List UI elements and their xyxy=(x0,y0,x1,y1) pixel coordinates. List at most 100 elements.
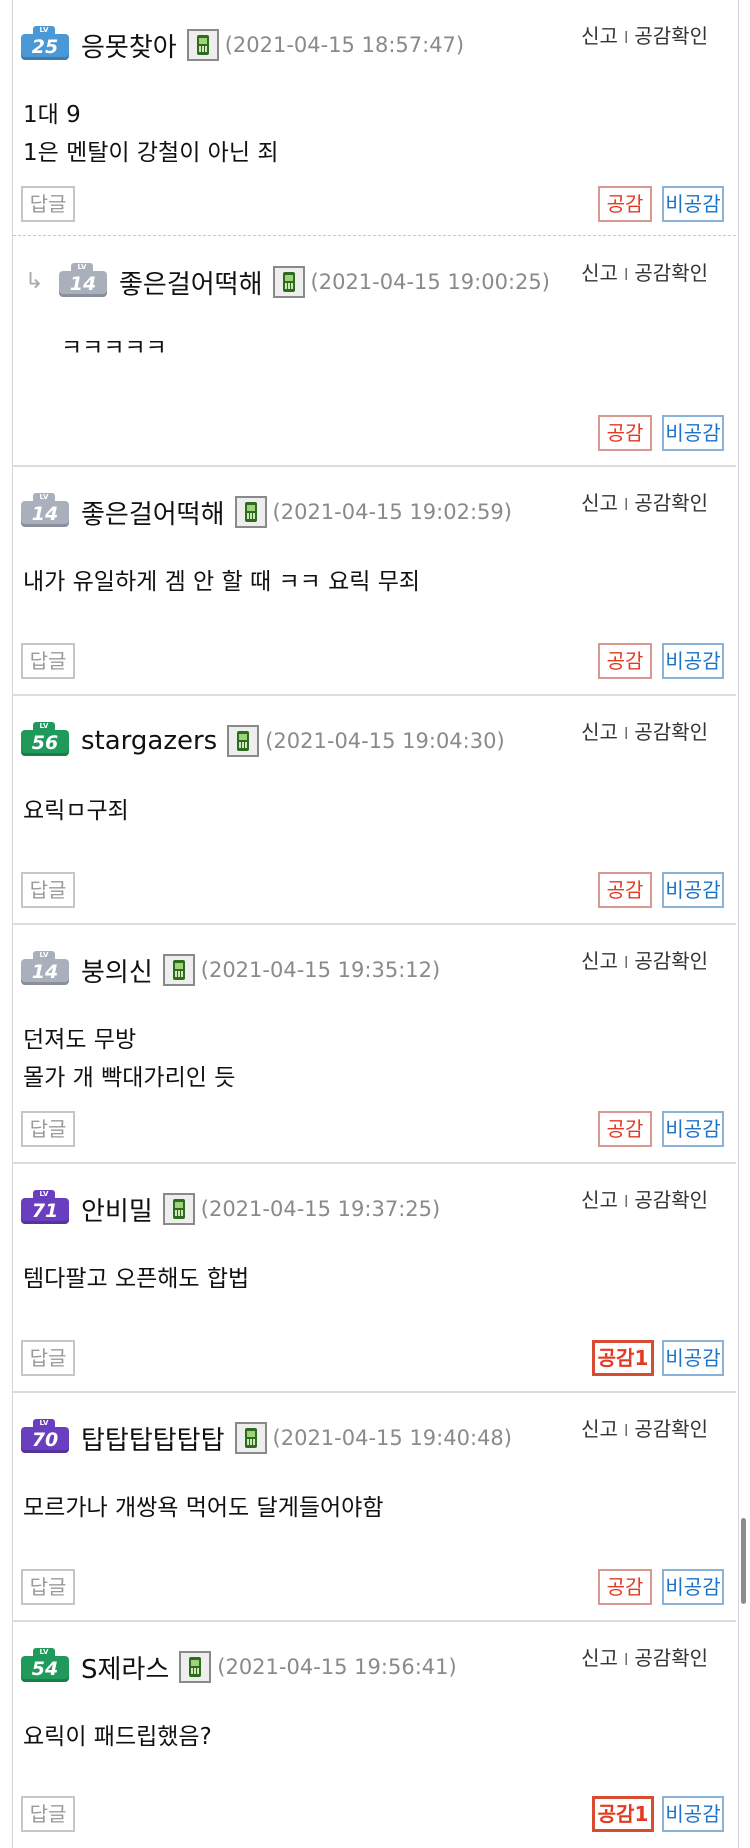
agree-button-active[interactable]: 공감1 xyxy=(592,1340,654,1376)
comment-date: (2021-04-15 19:02:59) xyxy=(272,500,512,524)
disagree-button[interactable]: 비공감 xyxy=(662,872,724,908)
level-badge: LV 56 xyxy=(21,722,69,760)
mobile-icon xyxy=(234,1422,267,1454)
comment-body: 던져도 무방 몰가 개 빡대가리인 듯 xyxy=(23,1027,236,1091)
comment-item: LV 54 S제라스 (2021-04-15 19:56:41) 신고 l 공감확인… xyxy=(13,1622,736,1848)
nickname[interactable]: 좋은걸어떡해 xyxy=(81,494,225,531)
nickname[interactable]: S제라스 xyxy=(81,1649,169,1686)
reply-arrow-icon: ↳ xyxy=(25,269,44,294)
nickname[interactable]: 붕의신 xyxy=(81,952,153,989)
nickname[interactable]: 응못찾아 xyxy=(81,27,177,64)
agree-button[interactable]: 공감 xyxy=(598,1111,652,1147)
mobile-icon xyxy=(179,1651,212,1683)
disagree-button[interactable]: 비공감 xyxy=(662,643,724,679)
scrollbar-thumb[interactable] xyxy=(741,1518,746,1604)
agree-check-link[interactable]: 공감확인 xyxy=(634,949,708,973)
report-link[interactable]: 신고 xyxy=(581,720,618,744)
comment-item: LV 71 안비밀 (2021-04-15 19:37:25) 신고 l 공감확인 … xyxy=(13,1164,736,1393)
report-links: 신고 l 공감확인 xyxy=(581,949,708,973)
disagree-button[interactable]: 비공감 xyxy=(662,1569,724,1605)
agree-check-link[interactable]: 공감확인 xyxy=(634,720,708,744)
reply-button[interactable]: 답글 xyxy=(21,1111,75,1147)
report-link[interactable]: 신고 xyxy=(581,491,618,515)
comment-header: LV 25 응못찾아 (2021-04-15 18:57:47) xyxy=(21,26,464,64)
comment-date: (2021-04-15 19:04:30) xyxy=(265,729,505,753)
reply-button[interactable]: 답글 xyxy=(21,1796,75,1832)
comment-body: 1대 9 1은 멘탈이 강철이 아닌 죄 xyxy=(23,102,279,166)
comment-header: LV 14 붕의신 (2021-04-15 19:35:12) xyxy=(21,951,440,989)
reply-button[interactable]: 답글 xyxy=(21,1340,75,1376)
comment-body: 모르가나 개쌍욕 먹어도 달게들어야함 xyxy=(23,1495,384,1521)
report-link[interactable]: 신고 xyxy=(581,1646,618,1670)
report-link[interactable]: 신고 xyxy=(581,949,618,973)
report-links: 신고 l 공감확인 xyxy=(581,491,708,515)
report-links: 신고 l 공감확인 xyxy=(581,1646,708,1670)
comment-date: (2021-04-15 18:57:47) xyxy=(224,33,465,57)
agree-check-link[interactable]: 공감확인 xyxy=(634,1417,708,1441)
level-badge: LV 14 xyxy=(59,263,107,301)
agree-check-link[interactable]: 공감확인 xyxy=(634,24,708,48)
comment-date: (2021-04-15 19:35:12) xyxy=(200,958,441,982)
report-link[interactable]: 신고 xyxy=(581,24,618,48)
agree-check-link[interactable]: 공감확인 xyxy=(634,491,708,515)
comment-item: LV 25 응못찾아 (2021-04-15 18:57:47) 신고 l 공감확인… xyxy=(13,0,736,236)
disagree-button[interactable]: 비공감 xyxy=(662,186,724,222)
mobile-icon xyxy=(162,1193,195,1225)
mobile-icon xyxy=(234,496,267,528)
disagree-button[interactable]: 비공감 xyxy=(662,1796,724,1832)
report-links: 신고 l 공감확인 xyxy=(581,261,708,285)
comment-header: LV 54 S제라스 (2021-04-15 19:56:41) xyxy=(21,1648,457,1686)
nickname[interactable]: stargazers xyxy=(81,726,217,756)
comment-body: 템다팔고 오픈해도 합법 xyxy=(23,1266,250,1292)
comment-item: LV 14 붕의신 (2021-04-15 19:35:12) 신고 l 공감확인 … xyxy=(13,925,736,1164)
level-badge: LV 14 xyxy=(21,951,69,989)
agree-button[interactable]: 공감 xyxy=(598,415,652,451)
agree-check-link[interactable]: 공감확인 xyxy=(634,1646,708,1670)
report-links: 신고 l 공감확인 xyxy=(581,24,708,48)
nickname[interactable]: 탑탑탑탑탑탑 xyxy=(81,1420,225,1457)
comment-header: LV 14 좋은걸어떡해 (2021-04-15 19:02:59) xyxy=(21,493,512,531)
comment-header: LV 70 탑탑탑탑탑탑 (2021-04-15 19:40:48) xyxy=(21,1419,512,1457)
comment-date: (2021-04-15 19:00:25) xyxy=(310,270,550,294)
level-badge: LV 54 xyxy=(21,1648,69,1686)
report-links: 신고 l 공감확인 xyxy=(581,720,708,744)
comment-date: (2021-04-15 19:37:25) xyxy=(200,1197,441,1221)
mobile-icon xyxy=(227,725,260,757)
comment-header: LV 71 안비밀 (2021-04-15 19:37:25) xyxy=(21,1190,440,1228)
mobile-icon xyxy=(186,29,219,61)
comment-body: ㅋㅋㅋㅋㅋ xyxy=(61,335,167,361)
disagree-button[interactable]: 비공감 xyxy=(662,1111,724,1147)
comment-item: LV 14 좋은걸어떡해 (2021-04-15 19:02:59) 신고 l 공감… xyxy=(13,467,736,696)
mobile-icon xyxy=(162,954,195,986)
comment-header: ↳ LV 14 좋은걸어떡해 (2021-04-15 19:00:25) xyxy=(25,263,550,301)
agree-check-link[interactable]: 공감확인 xyxy=(634,1188,708,1212)
agree-button[interactable]: 공감 xyxy=(598,186,652,222)
report-link[interactable]: 신고 xyxy=(581,1417,618,1441)
comment-body: 요릭ㅁ구죄 xyxy=(23,798,129,824)
agree-button[interactable]: 공감 xyxy=(598,1569,652,1605)
mobile-icon xyxy=(272,266,305,298)
reply-button[interactable]: 답글 xyxy=(21,1569,75,1605)
agree-button[interactable]: 공감 xyxy=(598,872,652,908)
level-badge: LV 14 xyxy=(21,493,69,531)
comment-item-reply: ↳ LV 14 좋은걸어떡해 (2021-04-15 19:00:25) 신고 l… xyxy=(13,237,736,467)
nickname[interactable]: 좋은걸어떡해 xyxy=(119,264,263,301)
comment-date: (2021-04-15 19:40:48) xyxy=(272,1426,512,1450)
report-links: 신고 l 공감확인 xyxy=(581,1188,708,1212)
reply-button[interactable]: 답글 xyxy=(21,643,75,679)
comment-date: (2021-04-15 19:56:41) xyxy=(217,1655,457,1679)
nickname[interactable]: 안비밀 xyxy=(81,1191,153,1228)
disagree-button[interactable]: 비공감 xyxy=(662,415,724,451)
agree-button-active[interactable]: 공감1 xyxy=(592,1796,654,1832)
agree-button[interactable]: 공감 xyxy=(598,643,652,679)
report-link[interactable]: 신고 xyxy=(581,1188,618,1212)
reply-button[interactable]: 답글 xyxy=(21,872,75,908)
agree-check-link[interactable]: 공감확인 xyxy=(634,261,708,285)
comment-body: 요릭이 패드립했음? xyxy=(23,1724,212,1750)
level-badge: LV 25 xyxy=(21,26,69,64)
reply-button[interactable]: 답글 xyxy=(21,186,75,222)
comment-body: 내가 유일하게 겜 안 할 때 ㅋㅋ 요릭 무죄 xyxy=(23,569,421,595)
report-link[interactable]: 신고 xyxy=(581,261,618,285)
disagree-button[interactable]: 비공감 xyxy=(662,1340,724,1376)
level-badge: LV 70 xyxy=(21,1419,69,1457)
